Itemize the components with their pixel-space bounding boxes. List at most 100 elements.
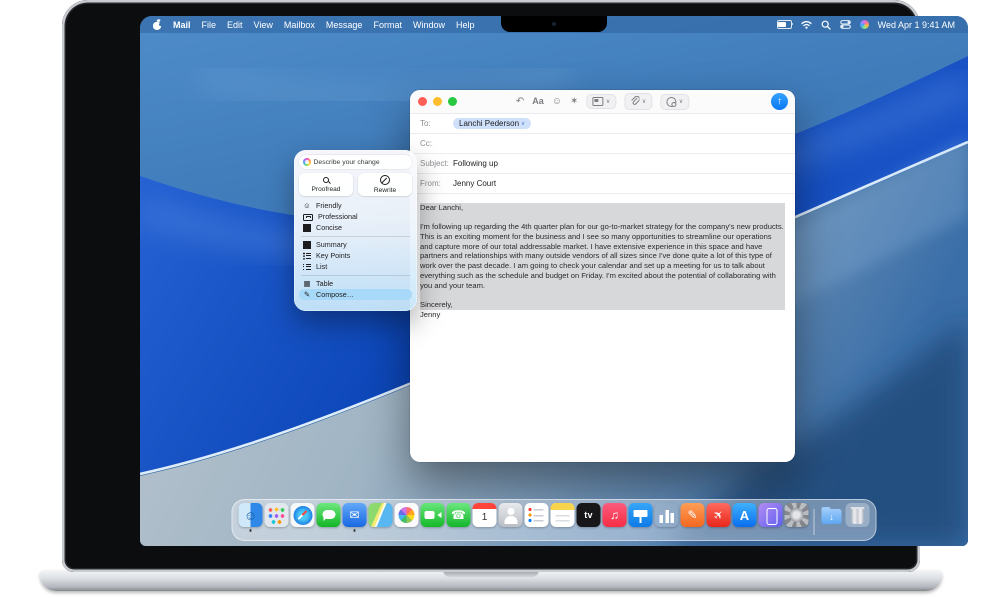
menu-mail[interactable]: Mail bbox=[173, 20, 191, 30]
menubar-clock[interactable]: Wed Apr 1 9:41 AM bbox=[878, 20, 955, 30]
subject-label: Subject: bbox=[420, 159, 453, 168]
dock-contacts-icon[interactable] bbox=[499, 503, 523, 532]
dock-keynote-icon[interactable] bbox=[629, 503, 653, 532]
dock-app-store-icon[interactable]: A bbox=[733, 503, 757, 532]
send-button[interactable]: ↑ bbox=[771, 93, 788, 110]
send-arrow-icon: ↑ bbox=[777, 96, 782, 107]
battery-icon[interactable] bbox=[777, 20, 792, 29]
running-indicator bbox=[249, 529, 252, 532]
menu-divider bbox=[301, 236, 410, 237]
dock-phone-icon[interactable]: ☎ bbox=[447, 503, 471, 532]
menu-item-label: Compose… bbox=[316, 290, 354, 299]
camera-dot bbox=[552, 22, 556, 26]
apple-intelligence-icon[interactable]: ✶ bbox=[570, 97, 578, 107]
dock-trash-icon[interactable] bbox=[846, 503, 870, 532]
message-body[interactable]: Dear Lanchi, I'm following up regarding … bbox=[410, 194, 795, 462]
screen: Mail File Edit View Mailbox Message Format Wind… bbox=[140, 16, 968, 546]
menu-mailbox[interactable]: Mailbox bbox=[284, 20, 315, 30]
mail-compose-window: ↶ Aa ☺ ✶ ∨ ∨ ∨ ↑ To: bbox=[410, 90, 795, 462]
menu-window[interactable]: Window bbox=[413, 20, 445, 30]
from-value: Jenny Court bbox=[453, 179, 496, 188]
describe-change-input[interactable]: Describe your change bbox=[299, 155, 412, 169]
menu-view[interactable]: View bbox=[254, 20, 273, 30]
undo-icon[interactable]: ↶ bbox=[516, 97, 524, 107]
format-text-icon[interactable]: Aa bbox=[532, 97, 544, 106]
dock-calendar-icon[interactable]: 1 bbox=[473, 503, 497, 532]
zoom-button[interactable] bbox=[448, 97, 457, 106]
recipient-name: Lanchi Pederson bbox=[459, 119, 519, 128]
dock-numbers-icon[interactable] bbox=[655, 503, 679, 532]
magnifier-icon bbox=[322, 176, 330, 184]
writing-tools-item-concise[interactable]: Concise bbox=[299, 222, 412, 233]
writing-tools-menu: ☺FriendlyProfessionalConcise SummaryKey P… bbox=[299, 200, 412, 300]
describe-change-placeholder: Describe your change bbox=[314, 159, 380, 166]
apple-menu-icon[interactable] bbox=[153, 20, 161, 30]
dock-safari-icon[interactable] bbox=[291, 503, 315, 532]
menu-file[interactable]: File bbox=[202, 20, 217, 30]
emoji-icon[interactable]: ☺ bbox=[552, 97, 562, 107]
dock-iphone-mirroring-icon[interactable] bbox=[759, 503, 783, 532]
from-field[interactable]: From: Jenny Court bbox=[410, 174, 795, 194]
chevron-down-icon: ∨ bbox=[679, 99, 683, 105]
dock: ☺ ✉ ☎1 tv♫ ✎✈A ↓ bbox=[232, 499, 877, 541]
proofread-button[interactable]: Proofread bbox=[299, 173, 353, 196]
subject-field[interactable]: Subject: Following up bbox=[410, 154, 795, 174]
dock-music-icon[interactable]: ♫ bbox=[603, 503, 627, 532]
dock-mail-icon[interactable]: ✉ bbox=[343, 503, 367, 532]
dock-launchpad-icon[interactable] bbox=[265, 503, 289, 532]
rewrite-button[interactable]: Rewrite bbox=[358, 173, 412, 196]
menu-format[interactable]: Format bbox=[373, 20, 402, 30]
wifi-icon[interactable] bbox=[801, 20, 812, 29]
dock-messages-icon[interactable] bbox=[317, 503, 341, 532]
to-field[interactable]: To: Lanchi Pederson ∨ bbox=[410, 114, 795, 134]
key-points-icon bbox=[303, 252, 311, 260]
menu-help[interactable]: Help bbox=[456, 20, 475, 30]
macbook-base bbox=[40, 570, 942, 591]
proofread-label: Proofread bbox=[312, 186, 341, 193]
dock-downloads-icon[interactable]: ↓ bbox=[820, 503, 844, 532]
display-notch bbox=[501, 16, 607, 32]
writing-tools-item-professional[interactable]: Professional bbox=[299, 211, 412, 222]
dock-pages-icon[interactable]: ✎ bbox=[681, 503, 705, 532]
writing-tools-item-summary[interactable]: Summary bbox=[299, 239, 412, 250]
writing-tools-item-table[interactable]: ▦Table bbox=[299, 278, 412, 289]
menu-item-label: Summary bbox=[316, 240, 347, 249]
body-signoff: Sincerely, bbox=[420, 300, 785, 310]
dock-facetime-icon[interactable] bbox=[421, 503, 445, 532]
dock-reminders-icon[interactable] bbox=[525, 503, 549, 532]
writing-tools-item-list[interactable]: List bbox=[299, 261, 412, 272]
menu-message[interactable]: Message bbox=[326, 20, 363, 30]
writing-tools-item-compose[interactable]: ✎Compose… bbox=[299, 289, 412, 300]
menu-edit[interactable]: Edit bbox=[227, 20, 243, 30]
cc-field[interactable]: Cc: bbox=[410, 134, 795, 154]
photo-browser-button[interactable]: ∨ bbox=[586, 94, 616, 109]
dock-system-settings-icon[interactable] bbox=[785, 503, 809, 532]
menubar-app-menus: Mail File Edit View Mailbox Message Format Wind… bbox=[173, 20, 475, 30]
attach-file-button[interactable]: ∨ bbox=[624, 93, 652, 110]
chevron-down-icon: ∨ bbox=[606, 99, 610, 105]
writing-tools-popup: Describe your change Proofread Rewrite ☺F… bbox=[294, 150, 417, 311]
more-options-button[interactable]: ∨ bbox=[660, 94, 689, 110]
list-icon bbox=[303, 263, 311, 271]
friendly-icon: ☺ bbox=[303, 202, 311, 210]
control-center-icon[interactable] bbox=[840, 20, 851, 29]
dock-photos-icon[interactable] bbox=[395, 503, 419, 532]
close-button[interactable] bbox=[418, 97, 427, 106]
siri-icon[interactable] bbox=[860, 20, 869, 29]
recipient-token[interactable]: Lanchi Pederson ∨ bbox=[453, 118, 531, 129]
dock-tv-icon[interactable]: tv bbox=[577, 503, 601, 532]
window-titlebar[interactable]: ↶ Aa ☺ ✶ ∨ ∨ ∨ ↑ bbox=[410, 90, 795, 114]
writing-tools-item-friendly[interactable]: ☺Friendly bbox=[299, 200, 412, 211]
writing-tools-item-key-points[interactable]: Key Points bbox=[299, 250, 412, 261]
dock-notes-icon[interactable] bbox=[551, 503, 575, 532]
more-options-icon bbox=[666, 97, 676, 107]
dock-finder-icon[interactable]: ☺ bbox=[239, 503, 263, 532]
dock-rocket-icon[interactable]: ✈ bbox=[707, 503, 731, 532]
writing-tools-buttons: Proofread Rewrite bbox=[299, 173, 412, 196]
summary-icon bbox=[303, 241, 311, 249]
dock-maps-icon[interactable] bbox=[369, 503, 393, 532]
cc-label: Cc: bbox=[420, 139, 453, 148]
search-icon[interactable] bbox=[821, 20, 831, 30]
professional-icon bbox=[303, 214, 313, 221]
minimize-button[interactable] bbox=[433, 97, 442, 106]
